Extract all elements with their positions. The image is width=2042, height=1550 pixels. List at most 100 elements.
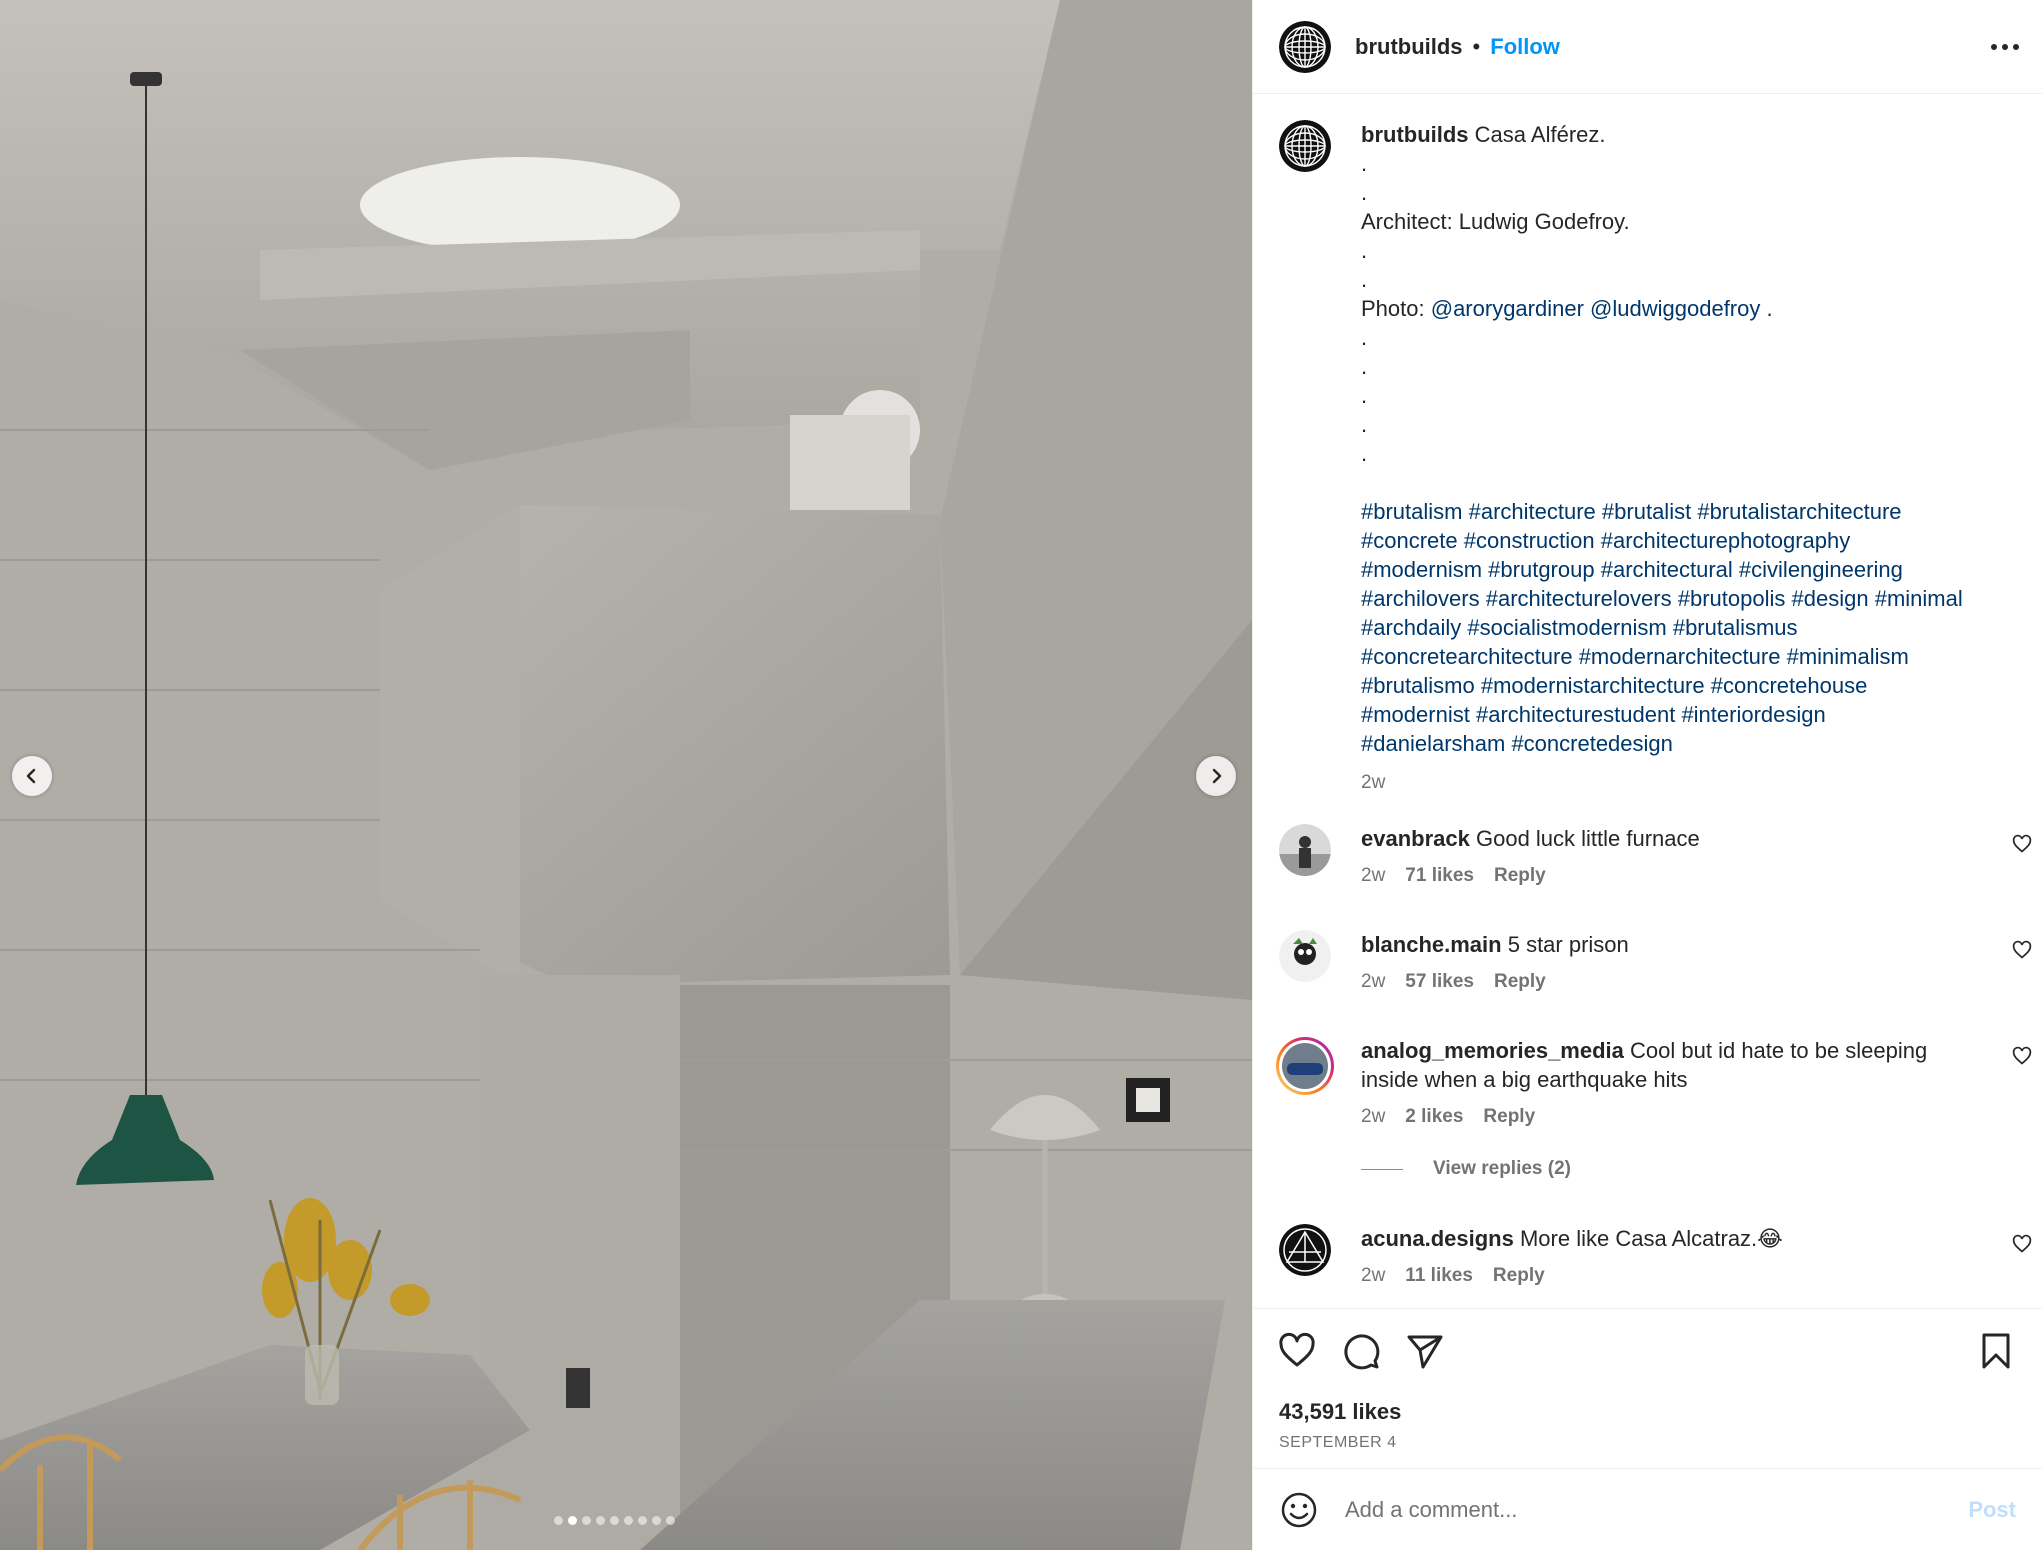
follow-button[interactable]: Follow	[1490, 34, 1560, 60]
comment-reply-button[interactable]: Reply	[1494, 861, 1546, 890]
like-comment-heart-icon[interactable]	[2012, 1234, 2032, 1254]
caption-photo-label: Photo:	[1361, 296, 1425, 321]
comment-reply-button[interactable]: Reply	[1493, 1261, 1545, 1290]
hashtag-link[interactable]: #modernistarchitecture	[1481, 673, 1705, 698]
post-date[interactable]: SEPTEMBER 4	[1279, 1434, 1397, 1452]
caption-username[interactable]: brutbuilds	[1361, 122, 1469, 147]
hashtag-link[interactable]: #concrete	[1361, 528, 1458, 553]
hashtag-link[interactable]: #civilengineering	[1739, 557, 1903, 582]
hashtag-link[interactable]: #brutalistarchitecture	[1697, 499, 1901, 524]
hashtag-link[interactable]: #minimalism	[1787, 644, 1909, 669]
comment-body: acuna.designs More like Casa Alcatraz.😂 …	[1361, 1224, 1980, 1290]
analog-memories-media-avatar[interactable]	[1275, 1036, 1335, 1096]
caption-dot: .	[1361, 180, 1368, 205]
hashtag-link[interactable]: #concretedesign	[1511, 731, 1672, 756]
comment-body: evanbrack Good luck little furnace 2w 71…	[1361, 824, 1980, 890]
comment-time[interactable]: 2w	[1361, 967, 1385, 996]
hashtag-link[interactable]: #architecturestudent	[1476, 702, 1675, 727]
more-options-icon[interactable]	[1988, 37, 2022, 57]
comment-time[interactable]: 2w	[1361, 1261, 1385, 1290]
comment-username[interactable]: analog_memories_media	[1361, 1038, 1624, 1063]
hashtag-link[interactable]: #brutgroup	[1488, 557, 1594, 582]
view-replies-button[interactable]: View replies (2)	[1361, 1158, 1571, 1180]
comment-likes[interactable]: 57 likes	[1405, 967, 1474, 996]
emoji-smiley-icon[interactable]	[1279, 1490, 1319, 1530]
caption-time[interactable]: 2w	[1361, 768, 1385, 797]
hashtag-link[interactable]: #architecturephotography	[1601, 528, 1851, 553]
carousel-dot	[652, 1516, 661, 1525]
likes-count[interactable]: 43,591 likes	[1279, 1399, 1401, 1425]
header-username[interactable]: brutbuilds	[1355, 34, 1463, 60]
hashtag-link[interactable]: #modernarchitecture	[1579, 644, 1781, 669]
hashtag-link[interactable]: #brutalism	[1361, 499, 1462, 524]
comment-meta: 2w 11 likes Reply	[1361, 1261, 1980, 1290]
save-bookmark-icon[interactable]	[1976, 1331, 2016, 1371]
caption-dot: .	[1361, 325, 1368, 350]
comment-body: analog_memories_media Cool but id hate t…	[1361, 1036, 1980, 1131]
carousel-dot	[596, 1516, 605, 1525]
share-paper-plane-icon[interactable]	[1405, 1331, 1445, 1371]
blanche-main-avatar[interactable]	[1279, 930, 1331, 982]
comment-time[interactable]: 2w	[1361, 861, 1385, 890]
caption-hashtags: #brutalism #architecture #brutalist #bru…	[1361, 497, 1980, 758]
hashtag-link[interactable]: #brutalist	[1602, 499, 1691, 524]
story-ring-avatar-icon	[1276, 1037, 1334, 1095]
hashtag-link[interactable]: #architecture	[1469, 499, 1596, 524]
comments-list[interactable]: brutbuilds Casa Alférez. . . Architect: …	[1253, 94, 2042, 1308]
hashtag-link[interactable]: #minimal	[1875, 586, 1963, 611]
hashtag-link[interactable]: #architecturelovers	[1486, 586, 1672, 611]
hashtag-link[interactable]: #archilovers	[1361, 586, 1480, 611]
hashtag-line: #brutalism #architecture #brutalist #bru…	[1361, 497, 1980, 526]
replies-divider	[1361, 1168, 1403, 1170]
hashtag-link[interactable]: #brutalismo	[1361, 673, 1475, 698]
like-comment-heart-icon[interactable]	[2012, 1046, 2032, 1066]
hashtag-link[interactable]: #modernist	[1361, 702, 1470, 727]
carousel-next-button[interactable]	[1196, 756, 1236, 796]
post-comment-button[interactable]: Post	[1968, 1497, 2016, 1523]
comment-likes[interactable]: 71 likes	[1405, 861, 1474, 890]
carousel-dot	[638, 1516, 647, 1525]
comment-reply-button[interactable]: Reply	[1494, 967, 1546, 996]
comment-time[interactable]: 2w	[1361, 1102, 1385, 1131]
mention-link[interactable]: @arorygardiner	[1431, 296, 1584, 321]
comment-username[interactable]: blanche.main	[1361, 932, 1502, 957]
comment-text: 5 star prison	[1507, 932, 1629, 957]
hashtag-link[interactable]: #construction	[1464, 528, 1595, 553]
like-comment-heart-icon[interactable]	[2012, 834, 2032, 854]
like-comment-heart-icon[interactable]	[2012, 940, 2032, 960]
mention-link[interactable]: @ludwiggodefroy	[1590, 296, 1760, 321]
comment-input[interactable]	[1345, 1496, 1959, 1523]
post-header: brutbuilds • Follow	[1253, 0, 2042, 94]
hashtag-line: #brutalismo #modernistarchitecture #conc…	[1361, 671, 1980, 700]
comment-reply-button[interactable]: Reply	[1483, 1102, 1535, 1131]
carousel-dot	[610, 1516, 619, 1525]
hashtag-link[interactable]: #design	[1792, 586, 1869, 611]
hashtag-link[interactable]: #brutopolis	[1678, 586, 1786, 611]
hashtag-link[interactable]: #modernism	[1361, 557, 1482, 582]
comment-username[interactable]: acuna.designs	[1361, 1226, 1514, 1251]
caption-avatar[interactable]	[1279, 120, 1331, 172]
comment-bubble-icon[interactable]	[1341, 1331, 1381, 1371]
caption-dot: .	[1361, 151, 1368, 176]
hashtag-link[interactable]: #concretearchitecture	[1361, 644, 1573, 669]
evanbrack-avatar[interactable]	[1279, 824, 1331, 876]
comment-likes[interactable]: 11 likes	[1405, 1261, 1473, 1290]
hashtag-link[interactable]: #interiordesign	[1681, 702, 1825, 727]
triangle-logo-icon	[1279, 1224, 1331, 1276]
hashtag-link[interactable]: #archdaily	[1361, 615, 1461, 640]
hashtag-link[interactable]: #socialistmodernism	[1467, 615, 1666, 640]
acuna-designs-avatar[interactable]	[1279, 1224, 1331, 1276]
hashtag-link[interactable]: #brutalismus	[1673, 615, 1798, 640]
carousel-prev-button[interactable]	[12, 756, 52, 796]
hashtag-link[interactable]: #concretehouse	[1711, 673, 1868, 698]
hashtag-line: #modernist #architecturestudent #interio…	[1361, 700, 1980, 729]
carousel-dot	[582, 1516, 591, 1525]
hashtag-link[interactable]: #architectural	[1601, 557, 1733, 582]
hashtag-link[interactable]: #danielarsham	[1361, 731, 1505, 756]
comment-username[interactable]: evanbrack	[1361, 826, 1470, 851]
comment-likes[interactable]: 2 likes	[1405, 1102, 1463, 1131]
globe-grid-logo-icon	[1279, 20, 1331, 73]
brutbuilds-avatar[interactable]	[1279, 20, 1331, 73]
caption-dot: .	[1361, 383, 1368, 408]
like-heart-icon[interactable]	[1277, 1331, 1317, 1371]
